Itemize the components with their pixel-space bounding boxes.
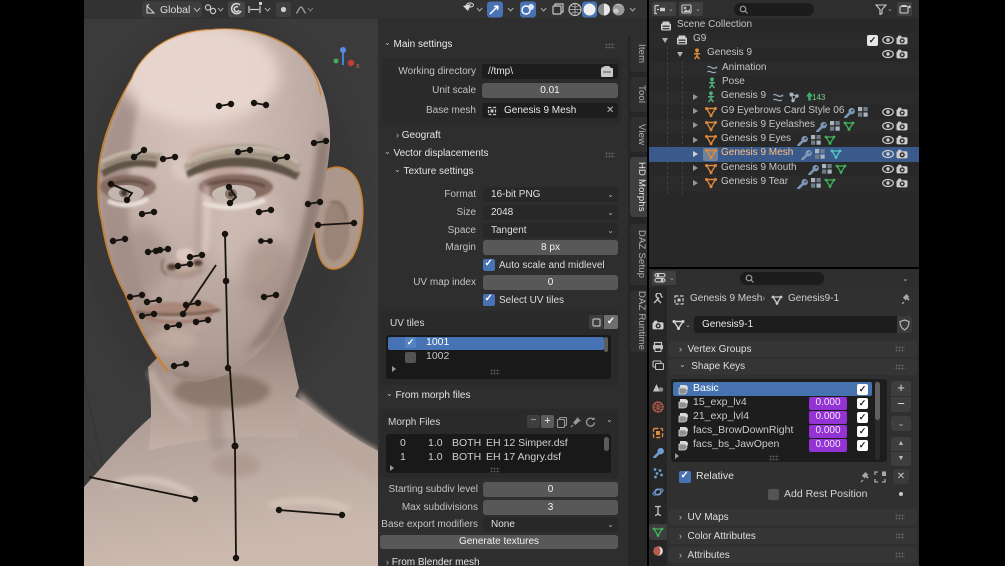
svg-text:Global: Global — [160, 4, 190, 16]
svg-text:x: x — [356, 63, 360, 70]
